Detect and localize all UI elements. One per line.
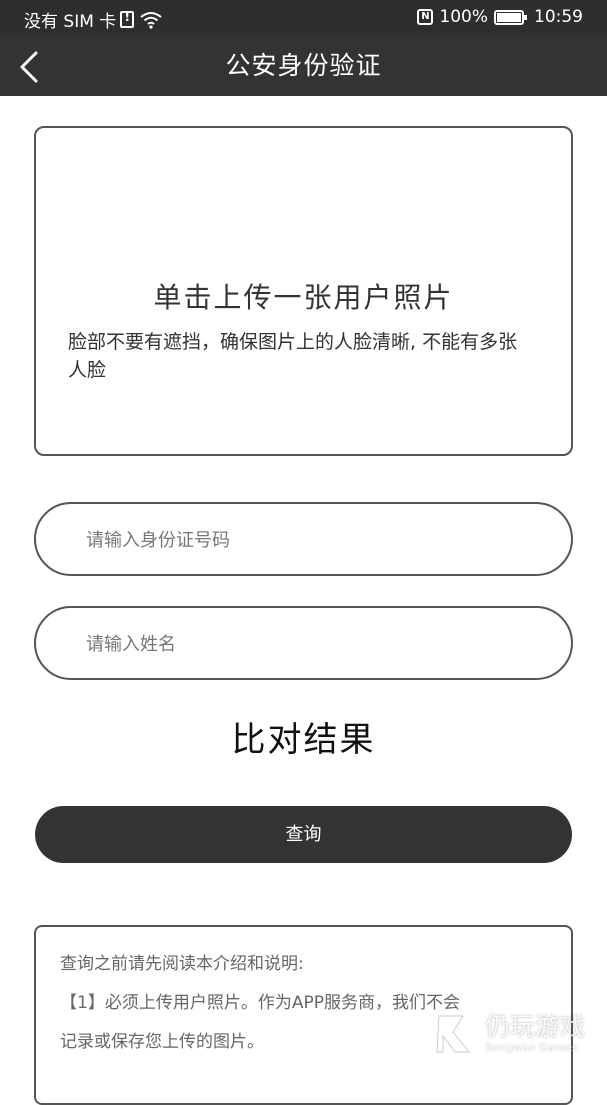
carrier-text: 没有 SIM 卡 (24, 12, 117, 32)
watermark-text: 仍玩游戏 Rengwan Games (485, 1013, 585, 1055)
status-left: 没有 SIM 卡 (24, 7, 162, 32)
query-button[interactable]: 查询 (35, 806, 572, 863)
upload-hint: 脸部不要有遮挡，确保图片上的人脸清晰, 不能有多张人脸 (68, 331, 518, 381)
status-right: N 100% 10:59 (417, 7, 583, 27)
photo-upload-area[interactable]: 单击上传一张用户照片 脸部不要有遮挡，确保图片上的人脸清晰, 不能有多张人脸 (34, 126, 573, 456)
name-field[interactable] (34, 606, 573, 680)
nfc-icon: N (417, 9, 434, 25)
notice-line: 【1】必须上传用户照片。作为APP服务商，我们不会 (60, 993, 460, 1013)
watermark: 仍玩游戏 Rengwan Games (433, 1012, 585, 1056)
notice-line: 查询之前请先阅读本介绍和说明: (60, 954, 304, 974)
sim-alert-icon (120, 10, 135, 28)
battery-icon (494, 9, 527, 25)
name-input[interactable] (84, 608, 547, 680)
watermark-title: 仍玩游戏 (484, 1012, 585, 1041)
battery-percent: 100% (439, 7, 488, 27)
upload-title: 单击上传一张用户照片 (153, 281, 454, 314)
id-number-input[interactable] (84, 504, 547, 576)
page-title: 公安身份验证 (225, 51, 382, 80)
watermark-logo-icon (436, 1015, 471, 1053)
nav-bar: 公安身份验证 (0, 36, 607, 96)
watermark-subtitle: Rengwan Games (484, 1041, 578, 1054)
comparison-result-label: 比对结果 (231, 720, 376, 760)
clock: 10:59 (534, 7, 583, 27)
id-number-field[interactable] (34, 502, 573, 576)
status-bar: 没有 SIM 卡 N 100% 10:59 (0, 0, 607, 36)
wifi-icon (140, 11, 162, 29)
